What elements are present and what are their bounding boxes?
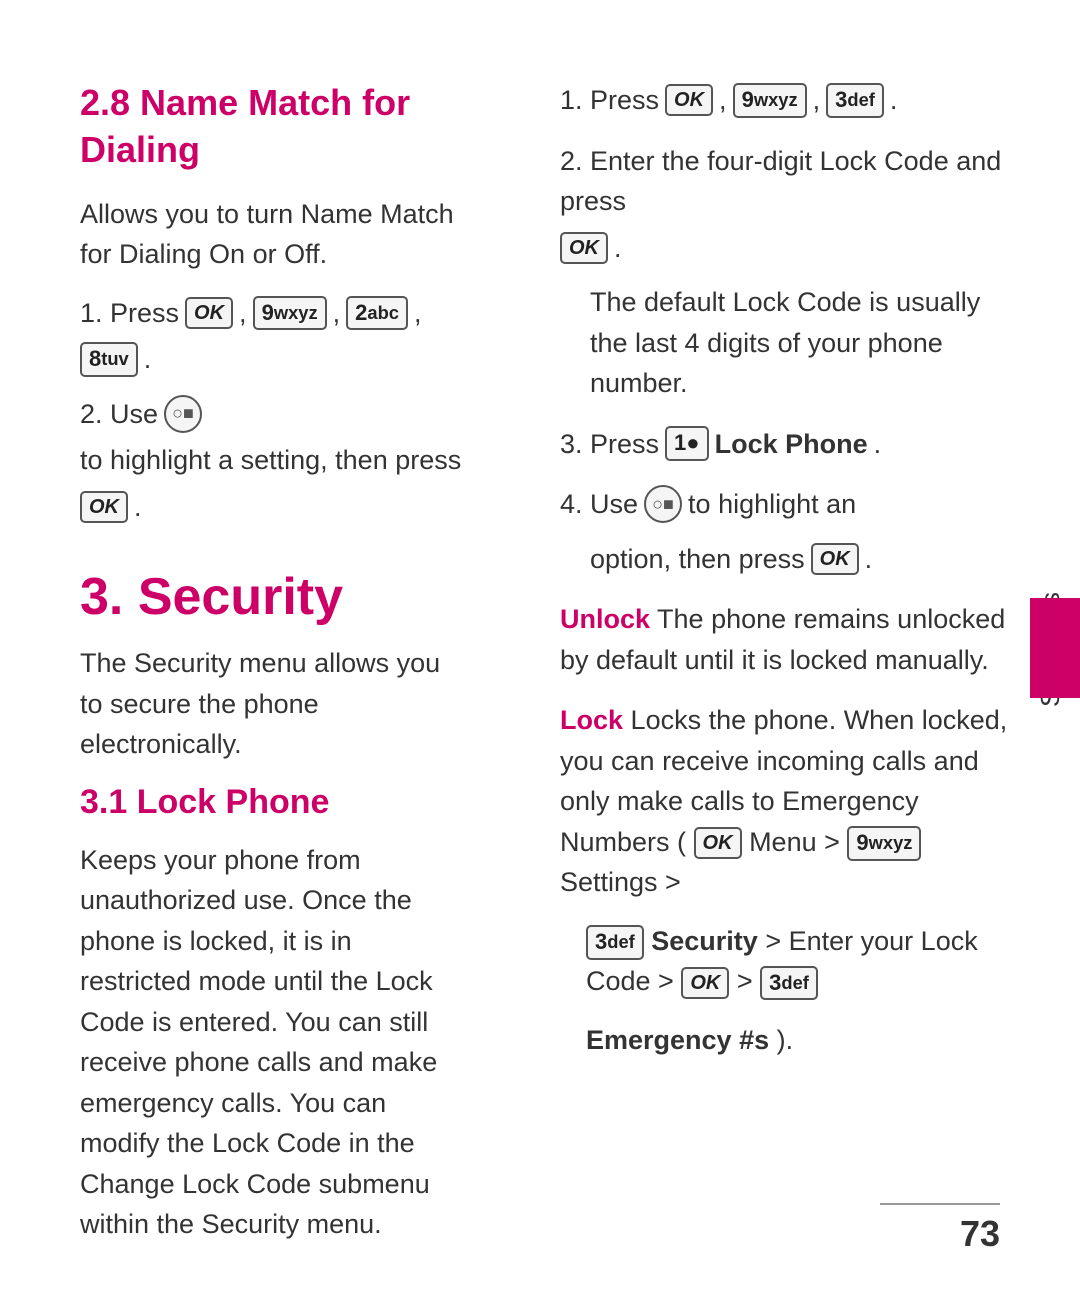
lock-settings: Settings >	[560, 867, 681, 897]
r-period-2: .	[614, 228, 622, 269]
lock-label: Lock	[560, 705, 623, 735]
section-28-body: Allows you to turn Name Match for Dialin…	[80, 194, 470, 275]
r-step3-prefix: 3. Press	[560, 424, 659, 465]
nav-icon-2: ○■	[644, 485, 682, 523]
right-step-2: 2. Enter the four-digit Lock Code and pr…	[560, 141, 1020, 404]
lock-key-3a: 3def	[586, 925, 644, 960]
lock-menu: Menu >	[749, 827, 847, 857]
lock-key-3b: 3def	[760, 966, 818, 1001]
right-step-1: 1. Press OK , 9wxyz , 3def .	[560, 80, 1020, 121]
r-key-ok-2: OK	[560, 232, 608, 264]
key-9wxyz-1: 9wxyz	[253, 296, 327, 331]
r-period-1: .	[890, 80, 898, 121]
r-comma-2: ,	[813, 80, 821, 121]
period-2: .	[134, 487, 142, 528]
unlock-block: Unlock The phone remains unlocked by def…	[560, 599, 1020, 680]
r-key-3def: 3def	[826, 83, 884, 118]
lock-key-9: 9wxyz	[847, 826, 921, 861]
nav-icon-1: ○■	[164, 395, 202, 433]
step-28-1: 1. Press OK , 9wxyz , 2abc , 8tuv .	[80, 293, 470, 380]
r-step2-line: 2. Enter the four-digit Lock Code and pr…	[560, 141, 1020, 269]
right-step-3: 3. Press 1● Lock Phone .	[560, 424, 1020, 465]
r-step4-line2: option, then press OK .	[560, 539, 1020, 580]
section-31: 3.1 Lock Phone Keeps your phone from una…	[80, 783, 470, 1245]
comma-1: ,	[239, 293, 247, 334]
lock-paren: ).	[777, 1025, 794, 1055]
key-ok-2: OK	[80, 491, 128, 523]
divider-line	[880, 1203, 1000, 1205]
r-key-9wxyz: 9wxyz	[733, 83, 807, 118]
page-container: 2.8 Name Match for Dialing Allows you to…	[0, 0, 1080, 1295]
section-3-body: The Security menu allows you to secure t…	[80, 643, 470, 765]
lock-gt: >	[737, 966, 760, 996]
unlock-label: Unlock	[560, 604, 650, 634]
section-28-title: 2.8 Name Match for Dialing	[80, 80, 470, 174]
r-step4-text1: 4. Use	[560, 484, 638, 525]
section-31-body: Keeps your phone from unauthorized use. …	[80, 840, 470, 1245]
step-28-2: 2. Use ○■ to highlight a setting, then p…	[80, 394, 470, 528]
r-step2-text: 2. Enter the four-digit Lock Code and pr…	[560, 141, 1020, 222]
key-8tuv: 8tuv	[80, 342, 138, 377]
unlock-text: Unlock The phone remains unlocked by def…	[560, 599, 1020, 680]
section-31-title: 3.1 Lock Phone	[80, 783, 470, 822]
r-key-ok-4: OK	[811, 543, 859, 575]
main-content: 2.8 Name Match for Dialing Allows you to…	[0, 0, 1080, 1295]
r-comma-1: ,	[719, 80, 727, 121]
right-column: 1. Press OK , 9wxyz , 3def . 2. Enter th…	[540, 80, 1020, 1235]
r-step4-line: 4. Use ○■ to highlight an	[560, 484, 1020, 525]
step-28-2-text2: to highlight a setting, then press	[80, 440, 461, 481]
left-column: 2.8 Name Match for Dialing Allows you to…	[80, 80, 500, 1235]
lock-text-line2: 3def Security > Enter your Lock Code > O…	[586, 921, 1020, 1002]
r-step2-note: The default Lock Code is usually the las…	[590, 282, 1020, 404]
key-ok-1: OK	[185, 297, 233, 329]
section-3: 3. Security The Security menu allows you…	[80, 567, 470, 765]
section-28: 2.8 Name Match for Dialing Allows you to…	[80, 80, 470, 527]
r-step1-prefix: 1. Press	[560, 80, 659, 121]
sidebar-bar	[1030, 598, 1080, 698]
r-period-3: .	[874, 424, 882, 465]
period-1: .	[144, 339, 152, 380]
r-key-ok-1: OK	[665, 84, 713, 116]
right-step-4: 4. Use ○■ to highlight an option, then p…	[560, 484, 1020, 579]
page-number: 73	[960, 1213, 1000, 1255]
lock-text-block: Lock Locks the phone. When locked, you c…	[560, 700, 1020, 903]
lock-key-ok: OK	[694, 827, 742, 859]
r-period-4: .	[865, 539, 873, 580]
step-28-1-prefix: 1. Press	[80, 293, 179, 334]
key-2abc: 2abc	[346, 296, 408, 331]
comma-3: ,	[414, 293, 422, 334]
step-28-2-text1: 2. Use	[80, 394, 158, 435]
comma-2: ,	[333, 293, 341, 334]
lock-emergency: Emergency #s	[586, 1025, 769, 1055]
lock-security-word: Security	[651, 926, 758, 956]
section-3-title: 3. Security	[80, 567, 470, 627]
lock-key-ok2: OK	[681, 967, 729, 999]
r-step3-suffix: Lock Phone	[715, 424, 868, 465]
r-key-1: 1●	[665, 426, 709, 461]
lock-block: Lock Locks the phone. When locked, you c…	[560, 700, 1020, 1060]
r-step4-text2: to highlight an	[688, 484, 856, 525]
lock-text-line3: Emergency #s ).	[586, 1020, 1020, 1061]
r-step4-text3: option, then press	[590, 539, 805, 580]
